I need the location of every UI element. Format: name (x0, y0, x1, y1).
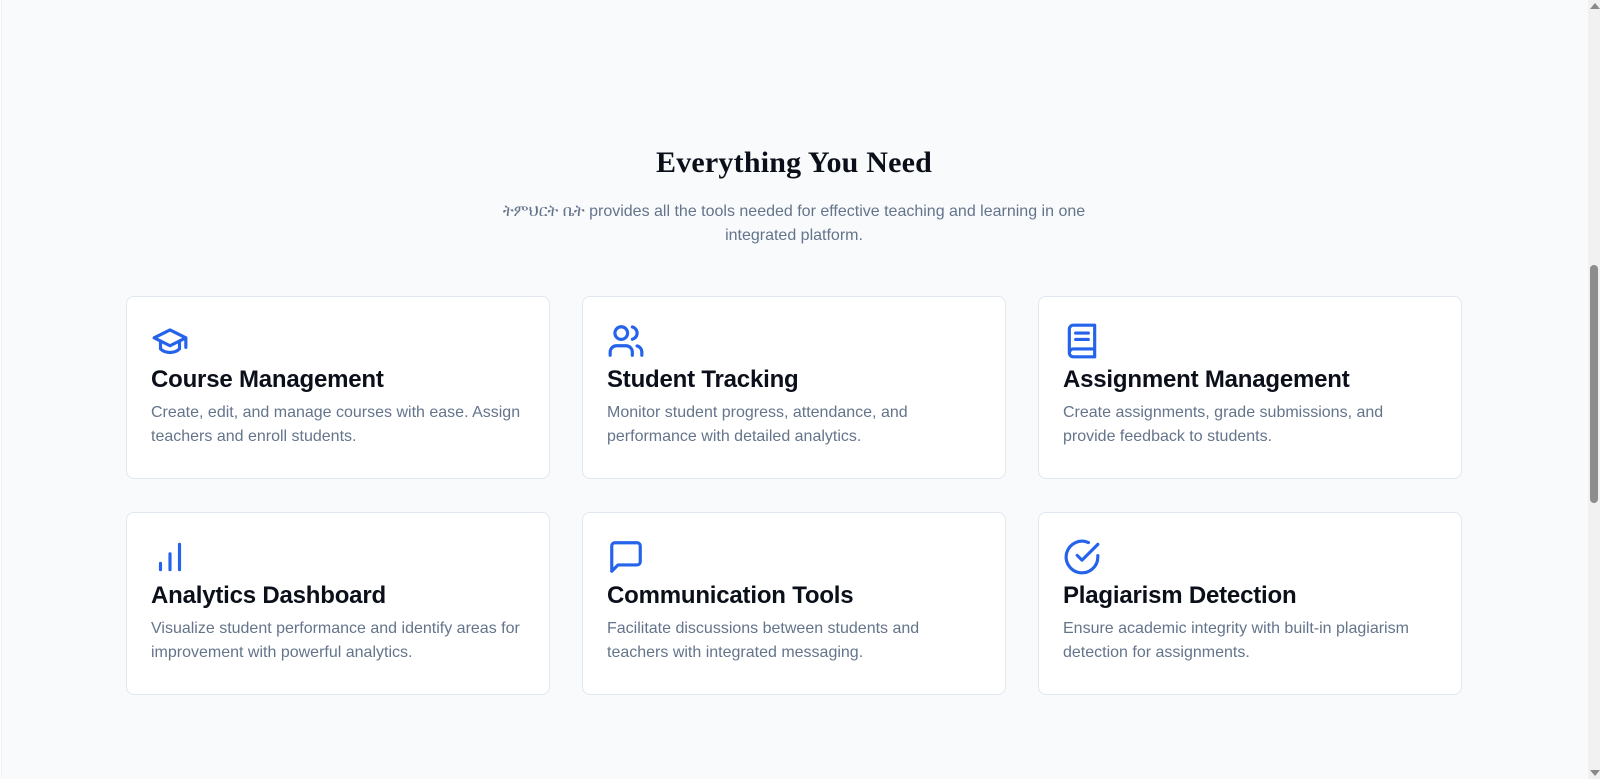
feature-card-analytics-dashboard: Analytics Dashboard Visualize student pe… (126, 512, 550, 695)
feature-title: Assignment Management (1063, 366, 1350, 393)
scroll-up-arrow-icon[interactable] (1590, 3, 1600, 9)
features-grid: Course Management Create, edit, and mana… (126, 296, 1463, 695)
feature-card-course-management: Course Management Create, edit, and mana… (126, 296, 550, 479)
feature-description: Facilitate discussions between students … (607, 620, 920, 661)
feature-title: Student Tracking (607, 366, 799, 393)
feature-title: Analytics Dashboard (151, 582, 386, 609)
feature-description: Create assignments, grade submissions, a… (1063, 404, 1384, 445)
section-subtitle-wrap: ትምህርት ቤት provides all the tools needed f… (0, 200, 1588, 248)
check-circle-icon (1063, 538, 1101, 576)
feature-description: Visualize student performance and identi… (151, 620, 520, 661)
section-title: Everything You Need (655, 146, 933, 179)
scroll-down-arrow-icon[interactable] (1590, 770, 1600, 776)
feature-card-assignment-management: Assignment Management Create assignments… (1038, 296, 1462, 479)
page: Everything You Need ትምህርት ቤት provides al… (0, 0, 1600, 779)
bar-chart-icon (151, 538, 189, 576)
users-icon (607, 322, 645, 360)
feature-description: Create, edit, and manage courses with ea… (151, 404, 521, 445)
book-icon (1063, 322, 1101, 360)
feature-card-student-tracking: Student Tracking Monitor student progres… (582, 296, 1006, 479)
section-subtitle: ትምህርት ቤት provides all the tools needed f… (502, 203, 1086, 244)
feature-card-plagiarism-detection: Plagiarism Detection Ensure academic int… (1038, 512, 1462, 695)
vertical-scrollbar[interactable] (1588, 0, 1600, 779)
scrollbar-thumb[interactable] (1590, 265, 1598, 503)
feature-description: Monitor student progress, attendance, an… (607, 404, 908, 445)
feature-title: Course Management (151, 366, 384, 393)
graduation-cap-icon (151, 322, 189, 360)
feature-card-communication-tools: Communication Tools Facilitate discussio… (582, 512, 1006, 695)
message-square-icon (607, 538, 645, 576)
feature-title: Plagiarism Detection (1063, 582, 1297, 609)
left-edge (0, 0, 2, 779)
feature-description: Ensure academic integrity with built-in … (1063, 620, 1409, 661)
feature-title: Communication Tools (607, 582, 854, 609)
